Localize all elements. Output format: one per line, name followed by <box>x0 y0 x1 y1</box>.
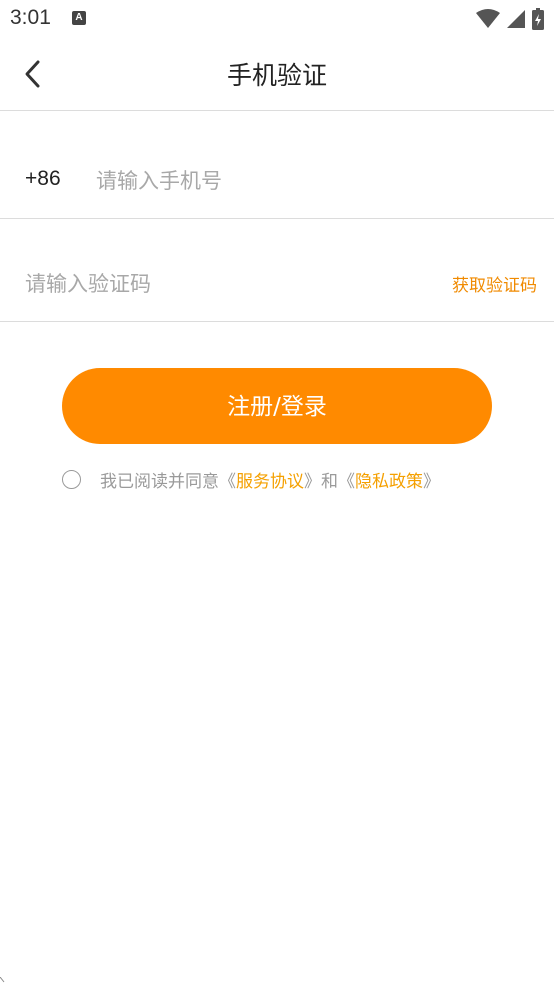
agreement-checkbox[interactable] <box>62 469 81 489</box>
agreement-suffix: 》 <box>423 471 440 492</box>
wifi-icon <box>476 9 500 28</box>
agreement-middle: 》和《 <box>304 471 355 492</box>
agreement-prefix: 我已阅读并同意《 <box>100 471 236 492</box>
privacy-policy-link[interactable]: 隐私政策 <box>355 467 423 492</box>
status-time: 3:01 <box>10 6 51 29</box>
app-header: 手机验证 <box>0 38 554 111</box>
page-title: 手机验证 <box>226 61 327 90</box>
agreement-row: 我已阅读并同意《 服务协议 》和《 隐私政策 》 <box>62 466 440 492</box>
battery-icon <box>532 8 544 30</box>
get-code-button[interactable]: 获取验证码 <box>452 271 537 296</box>
status-icons <box>476 8 544 30</box>
service-agreement-link[interactable]: 服务协议 <box>236 467 304 492</box>
phone-row: +86 <box>0 111 554 219</box>
verification-code-input[interactable] <box>25 268 385 300</box>
corner-mark <box>0 977 5 983</box>
signal-icon <box>507 10 525 28</box>
status-bar: 3:01 A <box>0 0 554 38</box>
country-code-selector[interactable]: +86 <box>25 167 61 191</box>
verification-code-row: 获取验证码 <box>0 219 554 322</box>
notification-app-icon: A <box>72 11 86 25</box>
register-login-button[interactable]: 注册/登录 <box>62 368 492 444</box>
phone-input[interactable] <box>96 165 516 197</box>
